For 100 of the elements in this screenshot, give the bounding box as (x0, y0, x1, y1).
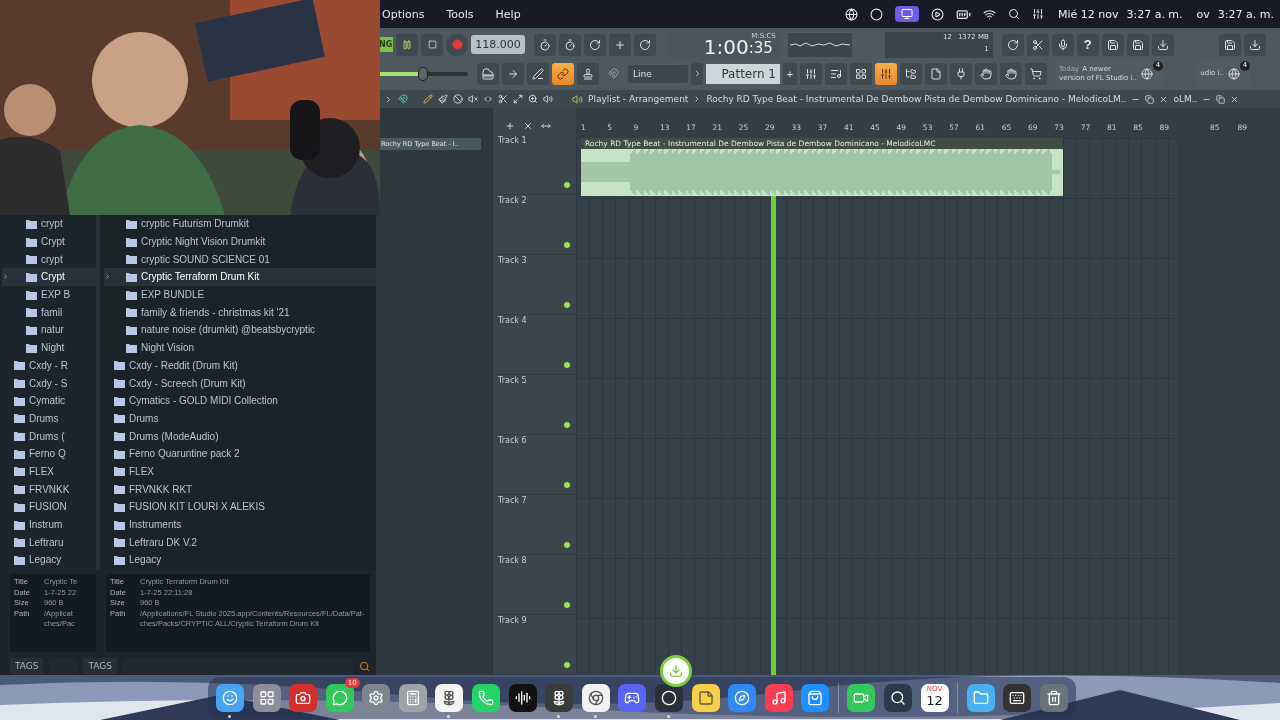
browser-item[interactable]: crypt (2, 215, 96, 233)
browser-item[interactable]: Ferno Quaruntine pack 2 (104, 444, 376, 463)
browser-item[interactable]: Cxdy - Reddit (Drum Kit) (104, 356, 376, 375)
dock-app[interactable] (847, 684, 876, 712)
dock-app[interactable] (289, 684, 318, 712)
countdown-button[interactable] (583, 33, 606, 56)
close-icon[interactable] (1230, 94, 1240, 104)
browser-item[interactable]: Cymatic (2, 391, 96, 410)
brush-icon[interactable] (438, 94, 448, 104)
sliders-button[interactable] (875, 62, 897, 85)
delete-icon[interactable] (453, 94, 463, 104)
tags-button[interactable]: TAGS (83, 658, 117, 674)
tags-field[interactable] (122, 658, 353, 674)
step-button[interactable] (608, 33, 631, 56)
control-center-icon[interactable] (1031, 8, 1044, 20)
browser-item[interactable]: Drums (104, 409, 376, 428)
search-icon[interactable] (359, 660, 370, 672)
add-icon[interactable] (505, 121, 515, 131)
browser-item[interactable]: nature noise (drumkit) @beatsbycryptic (104, 321, 376, 339)
help-button[interactable]: ? (1076, 33, 1099, 56)
select-icon[interactable] (513, 94, 523, 104)
scissors-button[interactable] (1026, 33, 1049, 56)
monitor-icon[interactable] (894, 6, 919, 22)
pause-button[interactable] (396, 33, 419, 56)
save-button[interactable] (1126, 33, 1149, 56)
browser-item[interactable]: Legacy (104, 551, 376, 569)
browser-item[interactable]: FRVNKK (2, 480, 96, 498)
browser-item[interactable]: FLEX (2, 462, 96, 481)
dock-app[interactable] (252, 684, 281, 712)
dock-app[interactable] (508, 684, 537, 712)
close-icon[interactable] (1159, 94, 1169, 104)
piano-button[interactable] (477, 62, 499, 85)
link-button[interactable] (552, 62, 574, 85)
dock-app[interactable] (545, 684, 574, 712)
save-button[interactable] (1101, 33, 1124, 56)
browser-item[interactable]: FLEX (104, 462, 376, 481)
dock-app[interactable] (691, 684, 720, 712)
dock-app[interactable] (801, 684, 830, 712)
browser-item[interactable]: cryptic SOUND SCIENCE 01 (104, 250, 376, 269)
browser-item[interactable]: Cxdy - R (2, 356, 96, 375)
dock-app[interactable] (398, 684, 427, 712)
dock-app[interactable] (435, 684, 464, 712)
dock-app[interactable] (966, 684, 995, 712)
resize-icon[interactable] (541, 121, 551, 131)
dock-app[interactable] (472, 684, 501, 712)
arrow-button[interactable] (502, 62, 524, 85)
hand-button[interactable] (1000, 62, 1022, 85)
browser-item[interactable]: FUSION KIT LOURI X ALEKIS (104, 498, 376, 516)
tags-field[interactable] (49, 658, 78, 674)
browser-item[interactable]: Night Vision (104, 338, 376, 357)
hand-button[interactable] (975, 62, 997, 85)
pattern-selector[interactable]: Pattern 1 (706, 63, 780, 84)
menu-item[interactable]: Tools (444, 7, 486, 21)
cart-button[interactable] (1025, 62, 1047, 85)
search-icon[interactable] (1007, 8, 1020, 20)
browser-item[interactable]: Cxdy - S (2, 374, 96, 392)
undo-button[interactable] (1001, 33, 1024, 56)
metronome-button[interactable] (533, 33, 556, 56)
globe-icon[interactable] (844, 7, 858, 21)
microphone-button[interactable] (1051, 33, 1074, 56)
dock-app[interactable] (618, 684, 647, 712)
browser-item[interactable]: Ferno Q (2, 444, 96, 463)
dock-app[interactable] (362, 684, 391, 712)
snap-dropdown[interactable]: Line (628, 64, 688, 83)
folder-tree-button[interactable] (900, 62, 922, 85)
speaker-icon[interactable] (572, 93, 583, 105)
pen-button[interactable] (527, 62, 549, 85)
dock-app[interactable] (325, 684, 354, 712)
dock-app[interactable] (581, 684, 610, 712)
plug-button[interactable] (950, 62, 972, 85)
browser-item[interactable]: EXP BUNDLE (104, 285, 376, 304)
tempo-field[interactable]: 118.000 (471, 35, 525, 54)
browser-item[interactable]: Instrum (2, 515, 96, 534)
tags-button[interactable]: TAGS (10, 658, 44, 674)
speaker-icon[interactable] (543, 94, 553, 104)
caret-icon[interactable] (384, 94, 393, 104)
browser-item[interactable]: Night (2, 338, 96, 357)
circle-icon[interactable] (869, 7, 883, 21)
playlist-button[interactable] (825, 62, 847, 85)
browser-item[interactable]: famil (2, 303, 96, 322)
browser-item[interactable]: Drums (ModeAudio) (104, 427, 376, 445)
file-button[interactable] (925, 62, 947, 85)
browser-item[interactable]: Crypt (2, 232, 96, 251)
play-icon[interactable] (930, 7, 944, 21)
browser-item[interactable]: Leftraru DK V.2 (104, 533, 376, 552)
zoom-icon[interactable] (528, 94, 538, 104)
dock-app[interactable] (1039, 684, 1068, 712)
add-pattern-button[interactable]: + (783, 62, 797, 85)
dock-app[interactable] (728, 684, 757, 712)
browser-item[interactable]: crypt (2, 250, 96, 269)
browser-item[interactable]: EXP B (2, 285, 96, 304)
browser-item[interactable]: Drums (2, 409, 96, 428)
close-icon[interactable] (523, 121, 533, 131)
browser-item[interactable]: Instruments (104, 515, 376, 534)
slip-icon[interactable] (483, 94, 493, 104)
sliders-button[interactable] (800, 62, 822, 85)
browser-item[interactable]: Cryptic Terraform Drum Kit (104, 268, 376, 286)
dock-app[interactable] (1003, 684, 1032, 712)
browser-item[interactable]: cryptic Futurism Drumkit (104, 215, 376, 233)
browser-item[interactable]: Legacy (2, 551, 96, 569)
